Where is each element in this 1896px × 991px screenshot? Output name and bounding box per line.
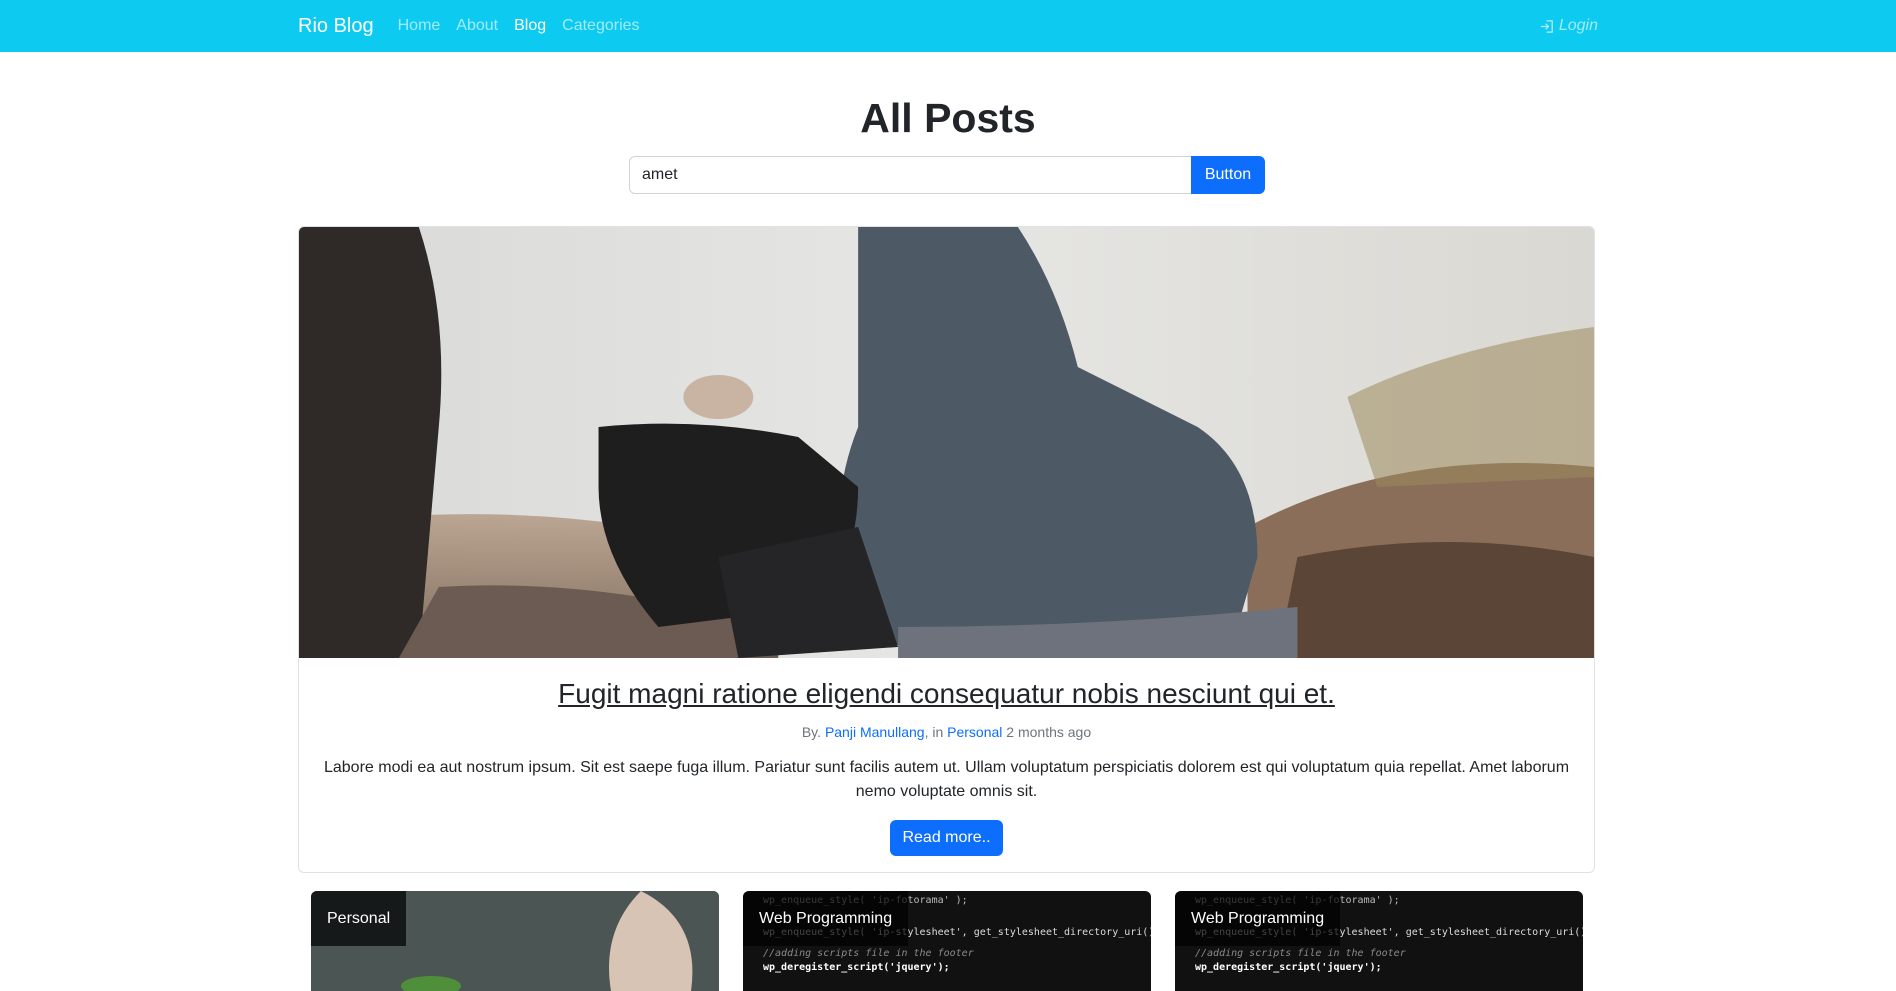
- meta-by-label: By.: [801, 724, 822, 740]
- nav-link-categories[interactable]: Categories: [562, 17, 639, 35]
- post-card-category-badge[interactable]: Web Programming: [1175, 891, 1341, 946]
- login-label: Login: [1558, 17, 1598, 34]
- category-link[interactable]: Personal: [947, 724, 1002, 740]
- code-line: //adding scripts file in the footer: [763, 948, 974, 959]
- page-title: All Posts: [860, 95, 1036, 141]
- navbar-inner: Rio Blog Home About Blog Categories Logi…: [298, 0, 1598, 52]
- login-link[interactable]: Login: [1540, 17, 1598, 35]
- post-card[interactable]: wp_enqueue_style( 'ip-fotorama' ); wp_en…: [1175, 891, 1583, 991]
- post-card[interactable]: wp_enqueue_style( 'ip-fotorama' ); wp_en…: [743, 891, 1151, 991]
- meta-in-label: , in: [924, 724, 944, 740]
- author-link[interactable]: Panji Manullang: [825, 724, 925, 740]
- search-input[interactable]: [629, 156, 1191, 194]
- code-line: //adding scripts file in the footer: [1195, 948, 1406, 959]
- post-card-category-badge[interactable]: Personal: [311, 891, 407, 946]
- post-meta: By. Panji Manullang, in Personal 2 month…: [323, 724, 1570, 740]
- featured-post-image: [299, 227, 1594, 658]
- post-card[interactable]: Personal: [311, 891, 719, 991]
- post-time: 2 months ago: [1006, 724, 1092, 740]
- featured-post-card: Fugit magni ratione eligendi consequatur…: [298, 226, 1595, 873]
- featured-post-title[interactable]: Fugit magni ratione eligendi consequatur…: [558, 676, 1335, 712]
- search-button[interactable]: Button: [1191, 156, 1265, 194]
- search-bar: Button: [629, 156, 1265, 194]
- post-card-category-badge[interactable]: Web Programming: [743, 891, 909, 946]
- login-icon: [1540, 19, 1553, 33]
- brand-link[interactable]: Rio Blog: [298, 15, 374, 38]
- post-excerpt: Labore modi ea aut nostrum ipsum. Sit es…: [323, 759, 1570, 800]
- read-more-button[interactable]: Read more..: [890, 820, 1003, 856]
- featured-post-body: Fugit magni ratione eligendi consequatur…: [299, 658, 1594, 856]
- navbar: Rio Blog Home About Blog Categories Logi…: [0, 0, 1896, 52]
- code-line: wp_deregister_script('jquery');: [1195, 962, 1382, 973]
- nav-link-blog[interactable]: Blog: [514, 17, 546, 35]
- nav-link-home[interactable]: Home: [398, 17, 441, 35]
- nav-link-about[interactable]: About: [456, 17, 498, 35]
- code-line: wp_deregister_script('jquery');: [763, 962, 950, 973]
